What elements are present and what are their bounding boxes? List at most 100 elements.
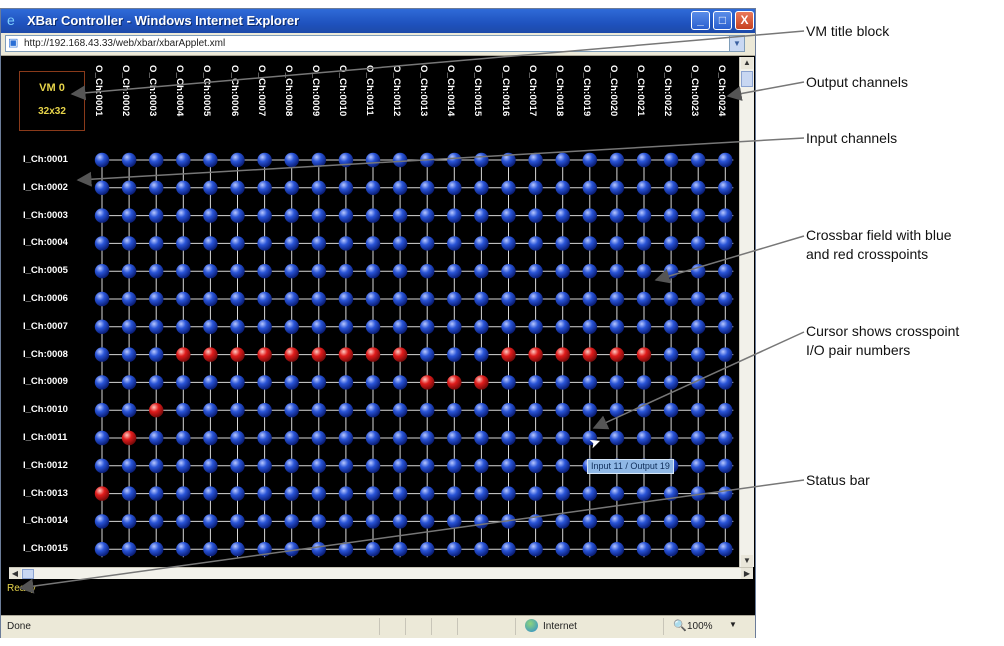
crosspoint[interactable] xyxy=(121,208,137,223)
crosspoint[interactable] xyxy=(311,264,326,279)
crosspoint[interactable] xyxy=(582,264,597,279)
crosspoint[interactable] xyxy=(420,319,435,334)
crosspoint[interactable] xyxy=(365,208,381,223)
crosspoint[interactable] xyxy=(176,514,191,529)
output-channel-label[interactable]: O_Ch:0017 xyxy=(522,61,548,129)
output-channel-label[interactable]: O_Ch:0020 xyxy=(603,61,629,129)
crosspoint[interactable] xyxy=(636,291,652,307)
crosspoint[interactable] xyxy=(338,430,354,446)
crosspoint[interactable] xyxy=(338,403,354,418)
crosspoint[interactable] xyxy=(203,542,218,557)
crosspoint[interactable] xyxy=(149,180,164,195)
crosspoint-active[interactable] xyxy=(284,347,299,362)
crosspoint[interactable] xyxy=(338,291,354,307)
crosspoint[interactable] xyxy=(582,180,597,195)
crosspoint-active[interactable] xyxy=(392,347,408,362)
crosspoint[interactable] xyxy=(420,347,435,362)
crosspoint[interactable] xyxy=(338,236,354,251)
crosspoint[interactable] xyxy=(582,291,597,307)
crosspoint[interactable] xyxy=(691,375,706,390)
zoom-icon[interactable]: 🔍 xyxy=(673,619,687,632)
crosspoint[interactable] xyxy=(447,403,462,418)
crosspoint[interactable] xyxy=(176,430,191,446)
crosspoint[interactable] xyxy=(609,542,625,557)
crosspoint-active[interactable] xyxy=(338,347,354,362)
crosspoint[interactable] xyxy=(94,542,110,557)
crosspoint[interactable] xyxy=(176,291,191,307)
address-field[interactable]: ▣ http://192.168.43.33/web/xbar/xbarAppl… xyxy=(5,35,745,52)
crosspoint[interactable] xyxy=(691,542,706,557)
crosspoint[interactable] xyxy=(203,264,218,279)
crosspoint[interactable] xyxy=(474,458,489,473)
crosspoint[interactable] xyxy=(203,236,218,251)
crosspoint[interactable] xyxy=(636,264,652,279)
input-channel-label[interactable]: I_Ch:0005 xyxy=(23,264,93,278)
crosspoint[interactable] xyxy=(311,430,326,446)
address-dropdown-icon[interactable]: ▼ xyxy=(729,36,744,51)
crosspoint[interactable] xyxy=(636,236,652,251)
crosspoint[interactable] xyxy=(257,264,272,279)
crosspoint[interactable] xyxy=(284,291,299,307)
crosspoint[interactable] xyxy=(718,542,733,557)
crosspoint[interactable] xyxy=(94,236,110,251)
crosspoint[interactable] xyxy=(609,430,625,446)
crosspoint[interactable] xyxy=(365,152,381,168)
crosspoint-active[interactable] xyxy=(447,375,462,390)
crosspoint[interactable] xyxy=(501,514,516,529)
input-channel-label[interactable]: I_Ch:0010 xyxy=(23,403,93,417)
crosspoint[interactable] xyxy=(420,152,435,168)
crosspoint[interactable] xyxy=(94,403,110,418)
input-channel-label[interactable]: I_Ch:0011 xyxy=(23,431,93,445)
crosspoint[interactable] xyxy=(663,375,679,390)
crosspoint[interactable] xyxy=(365,514,381,529)
crosspoint[interactable] xyxy=(636,514,652,529)
crosspoint[interactable] xyxy=(555,180,570,195)
crosspoint[interactable] xyxy=(636,403,652,418)
crosspoint[interactable] xyxy=(718,180,733,195)
crosspoint[interactable] xyxy=(392,180,408,195)
crosspoint[interactable] xyxy=(474,347,489,362)
crosspoint[interactable] xyxy=(447,208,462,223)
crosspoint[interactable] xyxy=(718,403,733,418)
crosspoint[interactable] xyxy=(718,347,733,362)
crosspoint[interactable] xyxy=(501,486,516,501)
crosspoint[interactable] xyxy=(528,264,543,279)
crosspoint-active[interactable] xyxy=(176,347,191,362)
crosspoint[interactable] xyxy=(718,152,733,168)
crosspoint[interactable] xyxy=(365,403,381,418)
crosspoint[interactable] xyxy=(311,486,326,501)
crosspoint[interactable] xyxy=(392,319,408,334)
crosspoint[interactable] xyxy=(311,180,326,195)
crosspoint[interactable] xyxy=(121,152,137,168)
crosspoint[interactable] xyxy=(555,375,570,390)
crosspoint[interactable] xyxy=(582,319,597,334)
crosspoint[interactable] xyxy=(691,180,706,195)
crosspoint[interactable] xyxy=(528,403,543,418)
crosspoint[interactable] xyxy=(149,208,164,223)
crosspoint[interactable] xyxy=(284,486,299,501)
crosspoint[interactable] xyxy=(230,291,245,307)
crosspoint[interactable] xyxy=(257,403,272,418)
crosspoint[interactable] xyxy=(257,152,272,168)
crosspoint[interactable] xyxy=(230,152,245,168)
crosspoint[interactable] xyxy=(311,291,326,307)
crosspoint[interactable] xyxy=(203,430,218,446)
crosspoint[interactable] xyxy=(257,180,272,195)
crosspoint[interactable] xyxy=(94,514,110,529)
input-channel-label[interactable]: I_Ch:0002 xyxy=(23,181,93,195)
crosspoint-active[interactable] xyxy=(149,403,164,418)
crosspoint[interactable] xyxy=(663,180,679,195)
crosspoint[interactable] xyxy=(636,542,652,557)
crosspoint[interactable] xyxy=(94,319,110,334)
crosspoint[interactable] xyxy=(420,208,435,223)
crosspoint[interactable] xyxy=(149,458,164,473)
crosspoint[interactable] xyxy=(663,403,679,418)
crosspoint-active[interactable] xyxy=(311,347,326,362)
crosspoint[interactable] xyxy=(555,430,570,446)
crosspoint[interactable] xyxy=(149,152,164,168)
crosspoint[interactable] xyxy=(257,319,272,334)
input-channel-label[interactable]: I_Ch:0013 xyxy=(23,487,93,501)
crosspoint[interactable] xyxy=(501,208,516,223)
crosspoint[interactable] xyxy=(528,514,543,529)
crosspoint[interactable] xyxy=(501,236,516,251)
